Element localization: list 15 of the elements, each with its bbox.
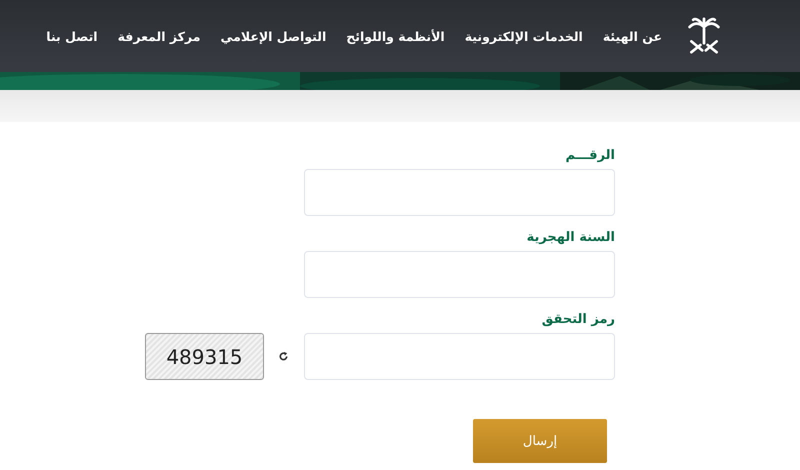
input-field[interactable] — [304, 169, 615, 216]
captcha-image: 489315 — [145, 333, 264, 380]
field-label: رمز التحقق — [542, 312, 615, 327]
nav-link[interactable]: مركز المعرفة — [118, 28, 200, 44]
field-label: السنة الهجرية — [526, 230, 615, 245]
nav-link[interactable]: الأنظمة واللوائح — [346, 28, 445, 44]
captcha-input-field[interactable] — [304, 333, 615, 380]
field-label: الرقـــم — [566, 148, 615, 163]
palm-swords-logo[interactable] — [686, 16, 722, 56]
input-field[interactable] — [304, 251, 615, 298]
nav-link[interactable]: عن الهيئة — [602, 28, 662, 44]
nav-link[interactable]: التواصل الإعلامي — [220, 28, 326, 44]
nav-link[interactable]: اتصل بنا — [46, 28, 98, 44]
nav-link[interactable]: الخدمات الإلكترونية — [464, 28, 583, 44]
refresh-icon[interactable] — [278, 351, 289, 362]
